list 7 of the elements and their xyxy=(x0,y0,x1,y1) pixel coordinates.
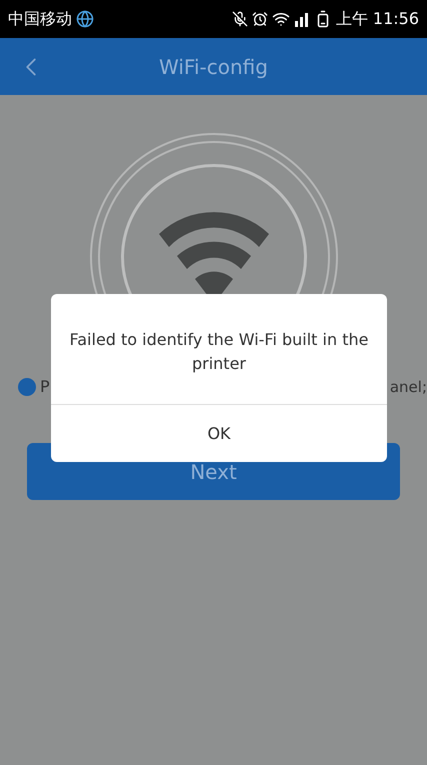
instruction-text: P xyxy=(40,376,50,398)
instruction-text: anel; xyxy=(390,376,427,398)
carrier-name: 中国移动 xyxy=(8,8,72,30)
dialog-message: Failed to identify the Wi-Fi built in the printer xyxy=(68,329,370,375)
ok-button[interactable]: OK xyxy=(51,404,387,462)
clock-time: 上午 11:56 xyxy=(336,8,419,30)
header-title: WiFi-config xyxy=(159,54,268,80)
